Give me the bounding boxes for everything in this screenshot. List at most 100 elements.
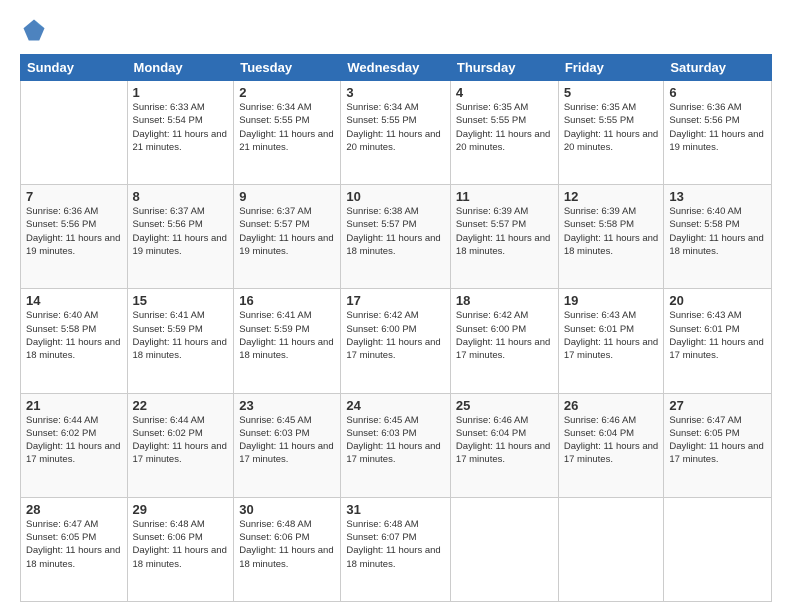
day-info: Sunrise: 6:41 AMSunset: 5:59 PMDaylight:… bbox=[133, 309, 229, 362]
day-number: 21 bbox=[26, 398, 122, 413]
header bbox=[20, 16, 772, 44]
calendar-cell: 28Sunrise: 6:47 AMSunset: 6:05 PMDayligh… bbox=[21, 497, 128, 601]
calendar-cell: 29Sunrise: 6:48 AMSunset: 6:06 PMDayligh… bbox=[127, 497, 234, 601]
calendar-header-monday: Monday bbox=[127, 55, 234, 81]
logo-icon bbox=[20, 16, 48, 44]
calendar-cell: 6Sunrise: 6:36 AMSunset: 5:56 PMDaylight… bbox=[664, 81, 772, 185]
calendar-cell: 1Sunrise: 6:33 AMSunset: 5:54 PMDaylight… bbox=[127, 81, 234, 185]
calendar-header-row: SundayMondayTuesdayWednesdayThursdayFrid… bbox=[21, 55, 772, 81]
calendar-cell: 26Sunrise: 6:46 AMSunset: 6:04 PMDayligh… bbox=[558, 393, 664, 497]
calendar-cell: 23Sunrise: 6:45 AMSunset: 6:03 PMDayligh… bbox=[234, 393, 341, 497]
day-info: Sunrise: 6:35 AMSunset: 5:55 PMDaylight:… bbox=[564, 101, 659, 154]
calendar-week-row: 28Sunrise: 6:47 AMSunset: 6:05 PMDayligh… bbox=[21, 497, 772, 601]
calendar-cell: 25Sunrise: 6:46 AMSunset: 6:04 PMDayligh… bbox=[450, 393, 558, 497]
calendar-cell bbox=[664, 497, 772, 601]
calendar-cell: 21Sunrise: 6:44 AMSunset: 6:02 PMDayligh… bbox=[21, 393, 128, 497]
day-number: 2 bbox=[239, 85, 335, 100]
calendar-table: SundayMondayTuesdayWednesdayThursdayFrid… bbox=[20, 54, 772, 602]
day-number: 13 bbox=[669, 189, 766, 204]
day-number: 27 bbox=[669, 398, 766, 413]
calendar-header-friday: Friday bbox=[558, 55, 664, 81]
day-number: 25 bbox=[456, 398, 553, 413]
day-info: Sunrise: 6:34 AMSunset: 5:55 PMDaylight:… bbox=[239, 101, 335, 154]
calendar-cell: 18Sunrise: 6:42 AMSunset: 6:00 PMDayligh… bbox=[450, 289, 558, 393]
calendar-cell bbox=[450, 497, 558, 601]
day-info: Sunrise: 6:40 AMSunset: 5:58 PMDaylight:… bbox=[26, 309, 122, 362]
day-number: 20 bbox=[669, 293, 766, 308]
calendar-cell: 10Sunrise: 6:38 AMSunset: 5:57 PMDayligh… bbox=[341, 185, 451, 289]
calendar-cell: 27Sunrise: 6:47 AMSunset: 6:05 PMDayligh… bbox=[664, 393, 772, 497]
day-info: Sunrise: 6:33 AMSunset: 5:54 PMDaylight:… bbox=[133, 101, 229, 154]
calendar-cell: 9Sunrise: 6:37 AMSunset: 5:57 PMDaylight… bbox=[234, 185, 341, 289]
day-info: Sunrise: 6:47 AMSunset: 6:05 PMDaylight:… bbox=[26, 518, 122, 571]
day-info: Sunrise: 6:44 AMSunset: 6:02 PMDaylight:… bbox=[26, 414, 122, 467]
day-number: 17 bbox=[346, 293, 445, 308]
calendar-cell: 17Sunrise: 6:42 AMSunset: 6:00 PMDayligh… bbox=[341, 289, 451, 393]
day-info: Sunrise: 6:42 AMSunset: 6:00 PMDaylight:… bbox=[346, 309, 445, 362]
calendar-week-row: 7Sunrise: 6:36 AMSunset: 5:56 PMDaylight… bbox=[21, 185, 772, 289]
day-info: Sunrise: 6:45 AMSunset: 6:03 PMDaylight:… bbox=[239, 414, 335, 467]
day-info: Sunrise: 6:37 AMSunset: 5:57 PMDaylight:… bbox=[239, 205, 335, 258]
day-info: Sunrise: 6:40 AMSunset: 5:58 PMDaylight:… bbox=[669, 205, 766, 258]
day-number: 23 bbox=[239, 398, 335, 413]
day-number: 15 bbox=[133, 293, 229, 308]
day-info: Sunrise: 6:48 AMSunset: 6:06 PMDaylight:… bbox=[239, 518, 335, 571]
day-number: 8 bbox=[133, 189, 229, 204]
day-info: Sunrise: 6:46 AMSunset: 6:04 PMDaylight:… bbox=[564, 414, 659, 467]
day-number: 10 bbox=[346, 189, 445, 204]
day-info: Sunrise: 6:39 AMSunset: 5:57 PMDaylight:… bbox=[456, 205, 553, 258]
day-info: Sunrise: 6:45 AMSunset: 6:03 PMDaylight:… bbox=[346, 414, 445, 467]
calendar-cell: 15Sunrise: 6:41 AMSunset: 5:59 PMDayligh… bbox=[127, 289, 234, 393]
calendar-week-row: 1Sunrise: 6:33 AMSunset: 5:54 PMDaylight… bbox=[21, 81, 772, 185]
day-info: Sunrise: 6:37 AMSunset: 5:56 PMDaylight:… bbox=[133, 205, 229, 258]
calendar-cell: 11Sunrise: 6:39 AMSunset: 5:57 PMDayligh… bbox=[450, 185, 558, 289]
calendar-cell: 14Sunrise: 6:40 AMSunset: 5:58 PMDayligh… bbox=[21, 289, 128, 393]
calendar-cell: 22Sunrise: 6:44 AMSunset: 6:02 PMDayligh… bbox=[127, 393, 234, 497]
day-number: 11 bbox=[456, 189, 553, 204]
day-number: 3 bbox=[346, 85, 445, 100]
calendar-cell: 5Sunrise: 6:35 AMSunset: 5:55 PMDaylight… bbox=[558, 81, 664, 185]
calendar-cell: 3Sunrise: 6:34 AMSunset: 5:55 PMDaylight… bbox=[341, 81, 451, 185]
logo bbox=[20, 16, 52, 44]
day-info: Sunrise: 6:48 AMSunset: 6:07 PMDaylight:… bbox=[346, 518, 445, 571]
calendar-cell: 8Sunrise: 6:37 AMSunset: 5:56 PMDaylight… bbox=[127, 185, 234, 289]
calendar-cell: 20Sunrise: 6:43 AMSunset: 6:01 PMDayligh… bbox=[664, 289, 772, 393]
calendar-cell: 4Sunrise: 6:35 AMSunset: 5:55 PMDaylight… bbox=[450, 81, 558, 185]
calendar-week-row: 21Sunrise: 6:44 AMSunset: 6:02 PMDayligh… bbox=[21, 393, 772, 497]
day-number: 29 bbox=[133, 502, 229, 517]
day-info: Sunrise: 6:46 AMSunset: 6:04 PMDaylight:… bbox=[456, 414, 553, 467]
day-info: Sunrise: 6:36 AMSunset: 5:56 PMDaylight:… bbox=[669, 101, 766, 154]
day-info: Sunrise: 6:39 AMSunset: 5:58 PMDaylight:… bbox=[564, 205, 659, 258]
day-number: 19 bbox=[564, 293, 659, 308]
calendar-cell: 12Sunrise: 6:39 AMSunset: 5:58 PMDayligh… bbox=[558, 185, 664, 289]
day-number: 16 bbox=[239, 293, 335, 308]
calendar-header-thursday: Thursday bbox=[450, 55, 558, 81]
calendar-header-saturday: Saturday bbox=[664, 55, 772, 81]
calendar-cell: 7Sunrise: 6:36 AMSunset: 5:56 PMDaylight… bbox=[21, 185, 128, 289]
day-info: Sunrise: 6:43 AMSunset: 6:01 PMDaylight:… bbox=[669, 309, 766, 362]
calendar-header-tuesday: Tuesday bbox=[234, 55, 341, 81]
day-number: 28 bbox=[26, 502, 122, 517]
day-number: 7 bbox=[26, 189, 122, 204]
calendar-header-sunday: Sunday bbox=[21, 55, 128, 81]
calendar-week-row: 14Sunrise: 6:40 AMSunset: 5:58 PMDayligh… bbox=[21, 289, 772, 393]
calendar-cell bbox=[558, 497, 664, 601]
day-info: Sunrise: 6:42 AMSunset: 6:00 PMDaylight:… bbox=[456, 309, 553, 362]
day-info: Sunrise: 6:41 AMSunset: 5:59 PMDaylight:… bbox=[239, 309, 335, 362]
day-number: 1 bbox=[133, 85, 229, 100]
day-info: Sunrise: 6:44 AMSunset: 6:02 PMDaylight:… bbox=[133, 414, 229, 467]
day-number: 12 bbox=[564, 189, 659, 204]
calendar-cell: 31Sunrise: 6:48 AMSunset: 6:07 PMDayligh… bbox=[341, 497, 451, 601]
day-number: 22 bbox=[133, 398, 229, 413]
calendar-cell: 24Sunrise: 6:45 AMSunset: 6:03 PMDayligh… bbox=[341, 393, 451, 497]
calendar-cell: 19Sunrise: 6:43 AMSunset: 6:01 PMDayligh… bbox=[558, 289, 664, 393]
calendar-header-wednesday: Wednesday bbox=[341, 55, 451, 81]
page: SundayMondayTuesdayWednesdayThursdayFrid… bbox=[0, 0, 792, 612]
calendar-cell: 30Sunrise: 6:48 AMSunset: 6:06 PMDayligh… bbox=[234, 497, 341, 601]
day-info: Sunrise: 6:43 AMSunset: 6:01 PMDaylight:… bbox=[564, 309, 659, 362]
day-info: Sunrise: 6:38 AMSunset: 5:57 PMDaylight:… bbox=[346, 205, 445, 258]
day-info: Sunrise: 6:36 AMSunset: 5:56 PMDaylight:… bbox=[26, 205, 122, 258]
day-number: 9 bbox=[239, 189, 335, 204]
day-info: Sunrise: 6:47 AMSunset: 6:05 PMDaylight:… bbox=[669, 414, 766, 467]
day-info: Sunrise: 6:35 AMSunset: 5:55 PMDaylight:… bbox=[456, 101, 553, 154]
